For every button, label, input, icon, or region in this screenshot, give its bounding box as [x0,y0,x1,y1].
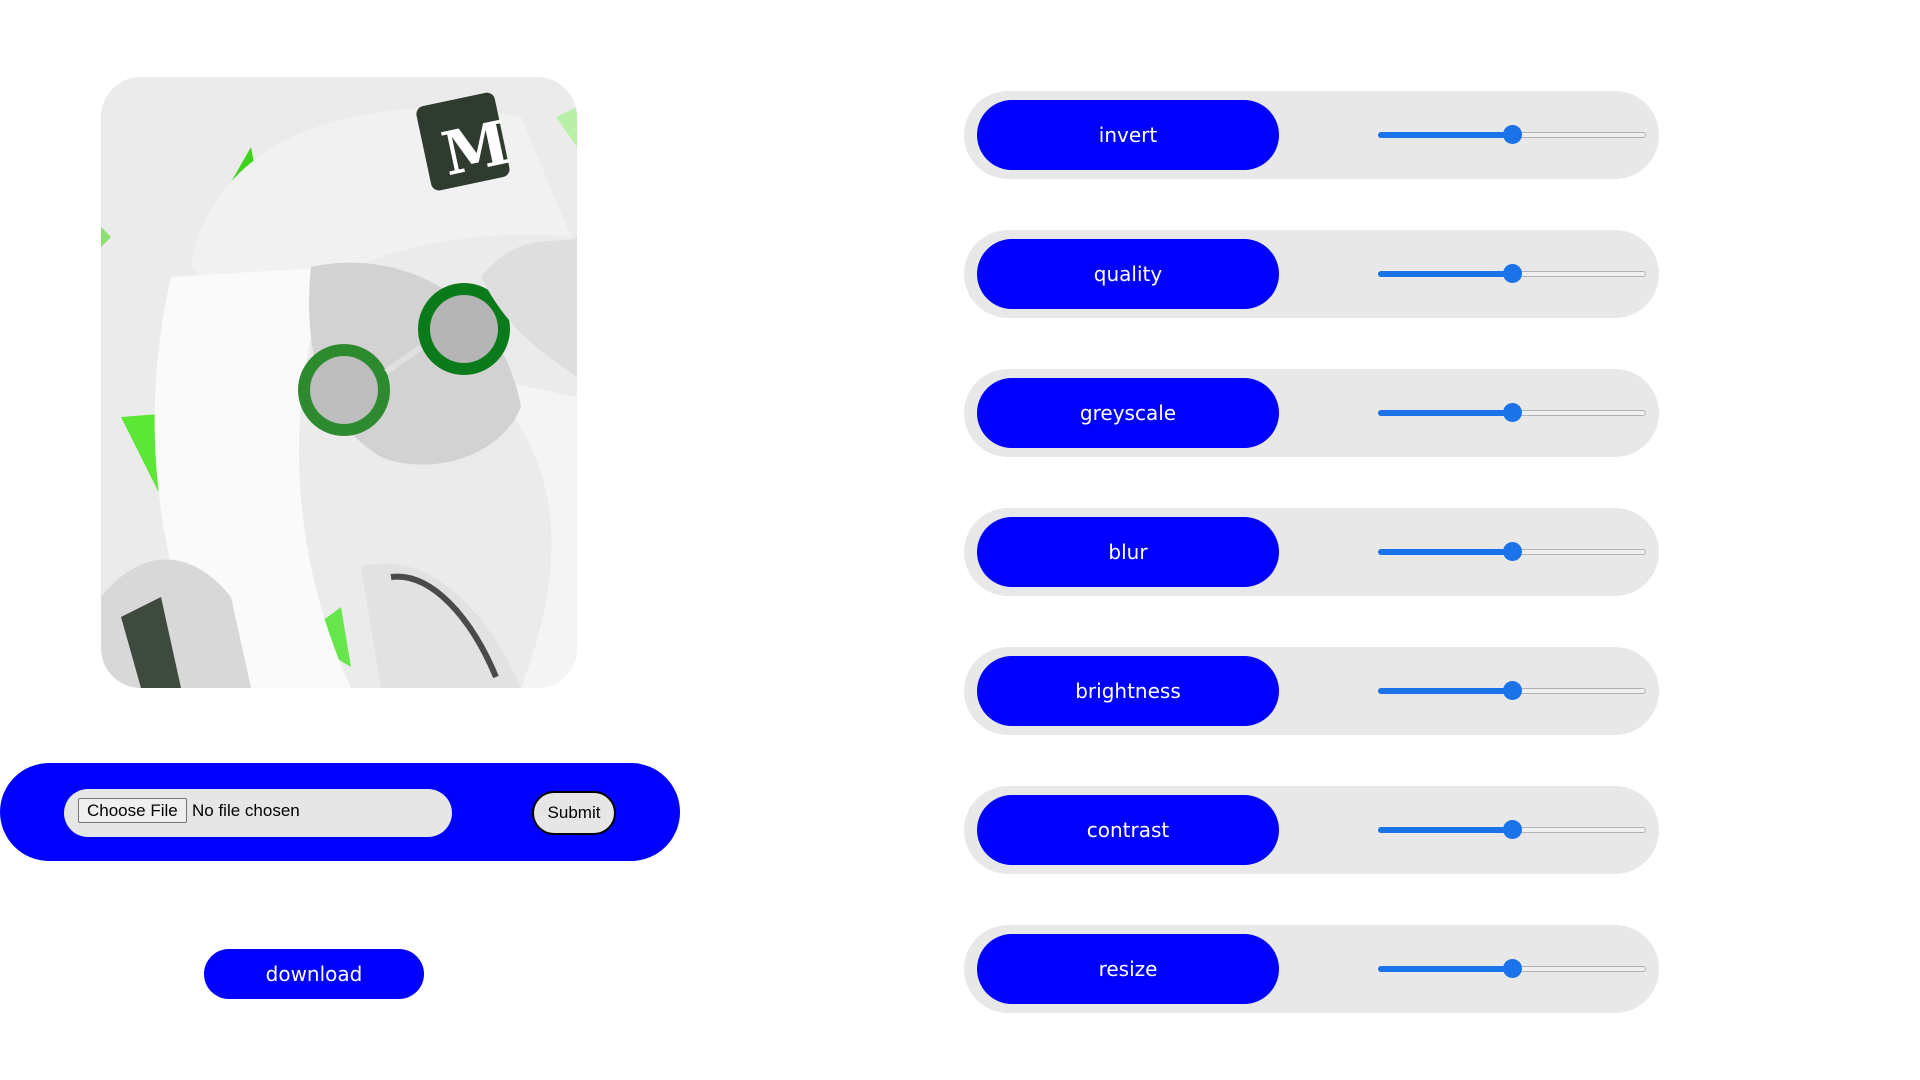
slider-thumb[interactable] [1503,125,1522,144]
resize-button[interactable]: resize [977,934,1279,1004]
control-row-blur: blur [964,508,1659,596]
slider-thumb[interactable] [1503,264,1522,283]
slider-thumb[interactable] [1503,542,1522,561]
slider-fill [1378,271,1512,277]
contrast-button[interactable]: contrast [977,795,1279,865]
greyscale-button[interactable]: greyscale [977,378,1279,448]
slider-fill [1378,549,1512,555]
slider-thumb[interactable] [1503,681,1522,700]
blur-slider[interactable] [1378,542,1646,562]
control-row-quality: quality [964,230,1659,318]
slider-fill [1378,966,1512,972]
quality-button[interactable]: quality [977,239,1279,309]
blur-button[interactable]: blur [977,517,1279,587]
control-row-greyscale: greyscale [964,369,1659,457]
slider-fill [1378,688,1512,694]
upload-form: Choose File No file chosen Submit [0,763,680,861]
brightness-slider[interactable] [1378,681,1646,701]
control-row-contrast: contrast [964,786,1659,874]
file-status: No file chosen [192,801,300,820]
slider-thumb[interactable] [1503,820,1522,839]
choose-file-button[interactable]: Choose File [78,798,187,823]
control-row-resize: resize [964,925,1659,1013]
resize-slider[interactable] [1378,959,1646,979]
contrast-slider[interactable] [1378,820,1646,840]
greyscale-slider[interactable] [1378,403,1646,423]
slider-fill [1378,410,1512,416]
invert-button[interactable]: invert [977,100,1279,170]
slider-fill [1378,827,1512,833]
control-row-brightness: brightness [964,647,1659,735]
quality-slider[interactable] [1378,264,1646,284]
slider-fill [1378,132,1512,138]
submit-button[interactable]: Submit [532,791,616,835]
image-preview: M [101,77,577,688]
control-row-invert: invert [964,91,1659,179]
file-input[interactable]: Choose File No file chosen [64,789,452,837]
brightness-button[interactable]: brightness [977,656,1279,726]
preview-illustration: M [101,77,577,688]
download-button[interactable]: download [204,949,424,999]
slider-thumb[interactable] [1503,403,1522,422]
invert-slider[interactable] [1378,125,1646,145]
slider-thumb[interactable] [1503,959,1522,978]
